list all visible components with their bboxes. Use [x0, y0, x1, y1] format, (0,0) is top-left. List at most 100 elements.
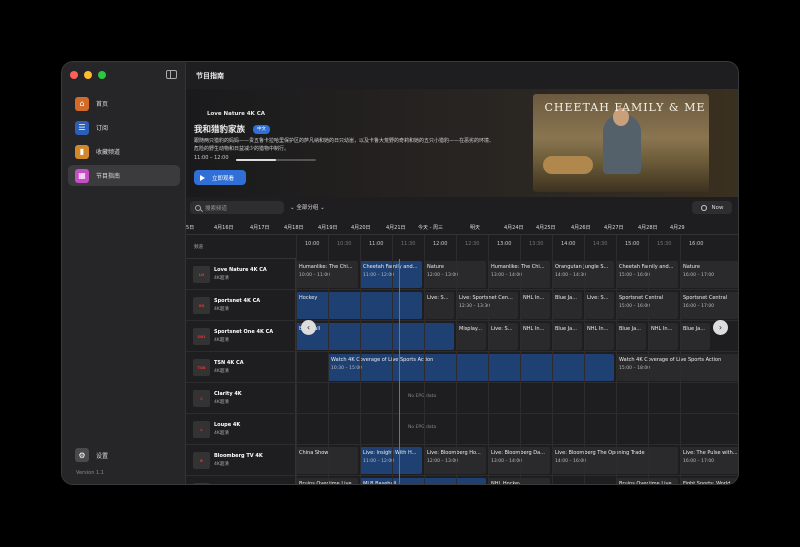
date-tab[interactable]: 4月21日: [386, 224, 406, 231]
date-tab[interactable]: 4月24日: [504, 224, 524, 231]
program-cell[interactable]: Nature 12:00 – 13:00: [424, 261, 486, 288]
sidebar-item-guide[interactable]: ▦ 节目指南: [68, 165, 180, 186]
program-cell[interactable]: Cheetah Family and... 15:00 – 16:00: [616, 261, 678, 288]
program-cell[interactable]: Blue Ja...: [680, 323, 710, 350]
channel-cell[interactable]: SN1 Sportsnet One 4K CA 4K超清: [186, 321, 296, 351]
program-cell[interactable]: Misplay...: [456, 323, 486, 350]
program-cell[interactable]: Live: Bloomberg Ho... 12:00 – 13:00: [424, 447, 486, 474]
channel-name: TSN 4K CA: [214, 360, 244, 366]
program-cell[interactable]: Hockey: [296, 292, 422, 319]
program-cell[interactable]: Live: Sp...: [424, 292, 454, 319]
sidebar-item-subscriptions[interactable]: ☰ 订阅: [68, 117, 180, 138]
program-cell[interactable]: China Show: [296, 447, 358, 474]
guide-toolbar: 搜索频道 ⌄ 全部分组 ⌄ Now: [186, 197, 738, 221]
minimize-window-button[interactable]: [84, 71, 92, 79]
channel-cell[interactable]: LN Love Nature 4K CA 4K超清: [186, 259, 296, 289]
channel-row: SN1 Sportsnet One 4K CA 4K超清 Baseball Mispla…: [186, 321, 738, 352]
date-tab[interactable]: 4月27日: [604, 224, 624, 231]
channel-name: Bloomberg TV 4K: [214, 453, 263, 459]
program-title: Sportsnet Central: [619, 295, 664, 301]
program-time: 13:00 – 14:00: [491, 459, 523, 464]
date-tab[interactable]: 4月18日: [284, 224, 304, 231]
date-tab[interactable]: 4月19日: [318, 224, 338, 231]
program-cell[interactable]: Live: Bloomberg Da... 13:00 – 14:00: [488, 447, 550, 474]
watch-now-button[interactable]: 立即观看: [194, 170, 246, 185]
program-cell[interactable]: Blue Ja...: [616, 323, 646, 350]
program-cell[interactable]: Bruins Overtime Live: [296, 478, 358, 484]
program-cell[interactable]: Humanlike: The Chi... 13:00 – 14:00: [488, 261, 550, 288]
date-tab[interactable]: 5日: [186, 224, 194, 231]
date-tab[interactable]: 4月25日: [536, 224, 556, 231]
scroll-left-button[interactable]: ‹: [301, 320, 316, 335]
poster-title: CHEETAH FAMILY & ME: [544, 101, 706, 114]
program-cell[interactable]: Bruins Overtime Live: [616, 478, 678, 484]
hero-progress-bar: [236, 159, 316, 161]
scroll-right-button[interactable]: ›: [713, 320, 728, 335]
program-cell[interactable]: Watch 4K Coverage of Live Sports Action 1…: [616, 354, 738, 381]
program-cell[interactable]: Live: Sp...: [584, 292, 614, 319]
sidebar-item-home[interactable]: ⌂ 首页: [68, 93, 180, 114]
channel-cell[interactable]: SN Sportsnet 4K CA 4K超清: [186, 290, 296, 320]
program-cell[interactable]: Live: The Pulse with... 16:00 – 17:00: [680, 447, 738, 474]
program-cell[interactable]: Blue Ja...: [552, 292, 582, 319]
program-cell[interactable]: Humanlike: The Chi... 10:00 – 11:00: [296, 261, 358, 288]
group-dropdown[interactable]: ⌄ 全部分组 ⌄: [290, 203, 325, 211]
program-cell[interactable]: NHL In...: [648, 323, 678, 350]
channel-row: NNESN 4KBruins Overtime LiveMLB Baseball…: [186, 476, 738, 484]
chevron-down-icon: ⌄: [320, 205, 325, 211]
program-cell[interactable]: Live: Sportsnet Cen... 12:30 – 13:30: [456, 292, 518, 319]
program-cell[interactable]: NHL In...: [520, 292, 550, 319]
channel-logo: B: [193, 452, 210, 469]
program-cell[interactable]: NHL In...: [520, 323, 550, 350]
date-tab[interactable]: 4月16日: [214, 224, 234, 231]
program-title: NHL In...: [523, 326, 545, 332]
date-tab[interactable]: 4月17日: [250, 224, 270, 231]
program-cell[interactable]: NHL In...: [584, 323, 614, 350]
program-time: 15:00 – 16:00: [619, 304, 651, 309]
program-title: China Show: [299, 450, 329, 456]
zoom-window-button[interactable]: [98, 71, 106, 79]
program-cell[interactable]: Cheetah Family and... 11:00 – 12:00: [360, 261, 422, 288]
date-tab[interactable]: 4月26日: [571, 224, 591, 231]
program-cell[interactable]: Live: Insight With H... 11:00 – 12:00: [360, 447, 422, 474]
search-input[interactable]: 搜索频道: [190, 201, 284, 214]
program-cell[interactable]: Blue Ja...: [552, 323, 582, 350]
no-epg-label: No EPG data: [408, 394, 437, 399]
time-label: 14:30: [593, 241, 608, 247]
program-cell[interactable]: Watch 4K Coverage of Live Sports Action 1…: [328, 354, 614, 381]
chevron-down-icon: ⌄: [290, 205, 295, 211]
program-cell[interactable]: Nature 16:00 – 17:00: [680, 261, 738, 288]
date-tab[interactable]: 明天: [470, 224, 480, 231]
program-cell[interactable]: Sportsnet Central 15:00 – 16:00: [616, 292, 678, 319]
program-cell[interactable]: Baseball: [296, 323, 454, 350]
settings-label: 设置: [96, 452, 109, 460]
now-button[interactable]: Now: [692, 201, 732, 214]
channel-cell[interactable]: B Bloomberg TV 4K 4K超清: [186, 445, 296, 475]
channel-cell[interactable]: L Loupe 4K 4K超清: [186, 414, 296, 444]
channel-cell[interactable]: C Clarity 4K 4K超清: [186, 383, 296, 413]
program-cell[interactable]: Live: Bloomberg The Opening Trade 14:00 –…: [552, 447, 678, 474]
program-title: Cheetah Family and...: [619, 264, 674, 270]
sidebar-toggle-icon[interactable]: [166, 70, 177, 79]
date-tab[interactable]: 4月28日: [638, 224, 658, 231]
program-title: Live: Sp...: [427, 295, 451, 301]
program-cell[interactable]: Live: Sp...: [488, 323, 518, 350]
settings-button[interactable]: ⚙ 设置: [75, 448, 108, 462]
date-tab[interactable]: 4月20日: [351, 224, 371, 231]
sidebar-item-favorites[interactable]: ▮ 收藏频道: [68, 141, 180, 162]
date-tab[interactable]: 今天 - 周三: [418, 224, 443, 231]
program-cell[interactable]: Fight Sports: World...: [680, 478, 738, 484]
channel-cell[interactable]: NNESN 4K: [186, 476, 296, 484]
program-time: 10:00 – 11:00: [299, 273, 331, 278]
program-cell[interactable]: NHL Hockey: [488, 478, 550, 484]
close-window-button[interactable]: [70, 71, 78, 79]
channel-cell[interactable]: TSN TSN 4K CA 4K超清: [186, 352, 296, 382]
channel-quality: 4K超清: [214, 400, 229, 405]
date-tab[interactable]: 4月29: [670, 224, 685, 231]
program-cell[interactable]: Orangutan Jungle S... 14:00 – 14:30: [552, 261, 614, 288]
program-title: NHL In...: [523, 295, 545, 301]
program-title: NHL In...: [651, 326, 673, 332]
hero-progress-fill: [236, 159, 276, 161]
program-cell[interactable]: Sportsnet Central 16:00 – 17:00: [680, 292, 738, 319]
program-cell[interactable]: MLB Baseball: [360, 478, 486, 484]
